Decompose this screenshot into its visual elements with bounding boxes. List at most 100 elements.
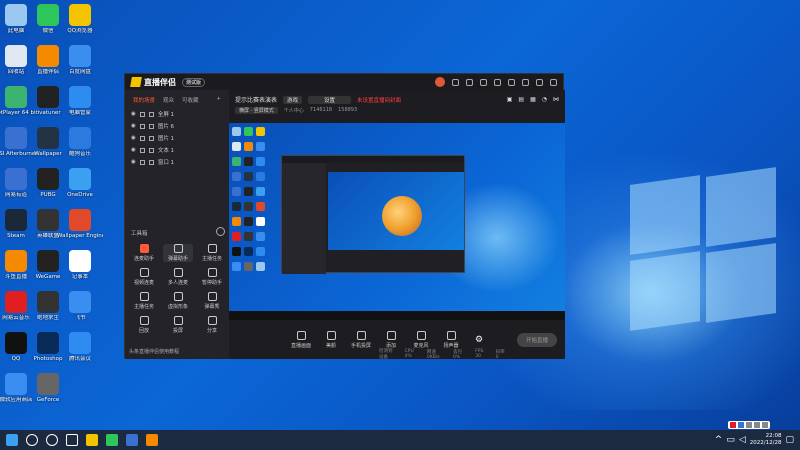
headset-icon[interactable] xyxy=(452,78,459,86)
sogou-ime-icon[interactable] xyxy=(730,422,736,428)
eye-icon[interactable]: ◉ xyxy=(131,159,136,165)
tips-link[interactable]: 头条直播伴侣使用教程 xyxy=(129,348,179,355)
live-companion-taskbar-icon[interactable] xyxy=(146,434,158,446)
lock-icon[interactable] xyxy=(139,135,145,141)
tool-button[interactable]: 连麦助手 xyxy=(129,244,159,262)
preview-desktop-icon xyxy=(256,217,265,226)
collapse-toolbox-icon[interactable] xyxy=(216,227,225,236)
layout-icon[interactable]: ▤ xyxy=(518,96,524,103)
tab-favorites[interactable]: 可收藏 xyxy=(182,96,199,104)
control-button[interactable]: 美颜 xyxy=(317,330,345,349)
bell-icon[interactable]: ◔ xyxy=(542,96,547,103)
control-button[interactable]: 扬声器 xyxy=(437,330,465,349)
tool-button[interactable]: 视频连麦 xyxy=(129,268,159,286)
notification-icon[interactable]: ▢ xyxy=(785,435,794,445)
gift-icon[interactable] xyxy=(466,78,473,86)
tool-button[interactable]: 回放 xyxy=(129,316,159,334)
message-icon[interactable] xyxy=(480,78,487,86)
control-button[interactable]: 手机投屏 xyxy=(347,330,375,349)
ime-settings-icon[interactable] xyxy=(762,422,768,428)
cover-warning[interactable]: 未设置直播间封面 xyxy=(357,96,401,104)
left-panel: 我的场景 观众 可收藏 + ◉ 全屏 1 ◉ 图片 6 ◉ 图片 1 ◉ 文本 1 ◉ 窗口 1 … xyxy=(125,90,229,359)
tool-button[interactable]: 弹幕秀 xyxy=(197,292,227,310)
avatar[interactable] xyxy=(435,77,445,87)
layer-item[interactable]: ◉ 窗口 1 xyxy=(125,156,229,168)
layer-item[interactable]: ◉ 文本 1 xyxy=(125,144,229,156)
desktop-icon[interactable]: 飞书 xyxy=(57,291,103,322)
browser-taskbar-icon[interactable] xyxy=(126,434,138,446)
layer-item[interactable]: ◉ 全屏 1 xyxy=(125,108,229,120)
eye-icon[interactable]: ◉ xyxy=(131,123,136,129)
clock[interactable]: 22:08 2022/12/28 xyxy=(750,433,782,447)
lock-icon[interactable] xyxy=(139,147,145,153)
desktop-icon[interactable]: GeForce xyxy=(25,373,71,404)
start-live-button[interactable]: 开始直播 xyxy=(516,332,557,347)
desktop-icon-label: 记事本 xyxy=(71,274,89,280)
desktop-icon[interactable]: OneDrive xyxy=(57,168,103,199)
settings-select[interactable]: 设置 xyxy=(308,95,352,104)
tool-button[interactable]: 多人连麦 xyxy=(163,268,193,286)
cortana-icon[interactable] xyxy=(46,434,58,446)
network-icon[interactable]: ▭ xyxy=(726,435,735,445)
desktop-icon[interactable]: 记事本 xyxy=(57,250,103,281)
task-view-icon[interactable] xyxy=(66,434,78,446)
menu-icon[interactable] xyxy=(508,78,515,86)
grid-icon[interactable]: ▦ xyxy=(530,96,536,103)
settings-icon[interactable] xyxy=(494,78,501,86)
chevron-up-icon[interactable]: ^ xyxy=(715,435,723,445)
desktop-icon[interactable]: Wallpaper Engine xyxy=(57,209,103,240)
ime-toolbar[interactable] xyxy=(728,421,770,429)
tool-button[interactable]: 暂停助手 xyxy=(197,268,227,286)
ime-mode-icon[interactable] xyxy=(738,422,744,428)
tool-button[interactable]: 主播任务 xyxy=(197,244,227,262)
start-icon[interactable] xyxy=(6,434,18,446)
profile-link[interactable]: 个人中心 xyxy=(284,107,304,114)
control-button[interactable]: 添加 xyxy=(377,330,405,349)
volume-icon[interactable]: ◁ xyxy=(739,435,746,445)
layer-item[interactable]: ◉ 图片 1 xyxy=(125,132,229,144)
live-companion-window[interactable]: 直播伴侣 测试版 我的场景 观众 可收藏 + ◉ 全屏 1 ◉ 图片 6 ◉ 图片 1 ◉ 文… xyxy=(124,73,565,360)
desktop-icon[interactable]: 百度网盘 xyxy=(57,45,103,76)
search-icon[interactable] xyxy=(26,434,38,446)
ime-punct-icon[interactable] xyxy=(746,422,752,428)
tab-viewers[interactable]: 观众 xyxy=(163,96,174,104)
layer-label: 窗口 1 xyxy=(157,160,175,166)
settings-icon[interactable]: ⚙ xyxy=(475,335,483,345)
eye-icon[interactable]: ◉ xyxy=(131,135,136,141)
minimize-icon[interactable] xyxy=(522,78,529,86)
add-scene-icon[interactable]: + xyxy=(216,96,221,104)
share-icon[interactable]: ⋈ xyxy=(553,96,559,103)
lock-icon[interactable] xyxy=(139,123,145,129)
tab-scenes[interactable]: 我的场景 xyxy=(133,96,155,104)
control-button[interactable]: 麦克风 xyxy=(407,330,435,349)
lock-icon[interactable] xyxy=(139,159,145,165)
control-button[interactable]: 直播画面 xyxy=(287,330,315,349)
stream-preview[interactable] xyxy=(229,123,565,320)
file-explorer-icon[interactable] xyxy=(86,434,98,446)
control-icon xyxy=(416,330,426,340)
wechat-taskbar-icon[interactable] xyxy=(106,434,118,446)
close-icon[interactable] xyxy=(550,78,557,86)
desktop-icon[interactable]: QQ浏览器 xyxy=(57,4,103,35)
desktop-icon[interactable]: 电脑管家 xyxy=(57,86,103,117)
category-tag[interactable]: 游戏 xyxy=(283,95,303,104)
tool-button[interactable]: 弹幕助手 xyxy=(163,244,193,262)
app-icon xyxy=(69,4,91,26)
eye-icon[interactable]: ◉ xyxy=(131,147,136,153)
record-icon[interactable]: ▣ xyxy=(507,96,513,103)
tool-button[interactable]: 投屏 xyxy=(163,316,193,334)
app-icon xyxy=(69,45,91,67)
layer-item[interactable]: ◉ 图片 6 xyxy=(125,120,229,132)
tool-button[interactable]: 分享 xyxy=(197,316,227,334)
tool-button[interactable]: 主播任务 xyxy=(129,292,159,310)
maximize-icon[interactable] xyxy=(536,78,543,86)
stream-title[interactable]: 提示比赛表演表 xyxy=(235,95,277,104)
eye-icon[interactable]: ◉ xyxy=(131,111,136,117)
ime-keyboard-icon[interactable] xyxy=(754,422,760,428)
title-bar[interactable]: 直播伴侣 测试版 xyxy=(125,74,563,90)
orientation-toggle[interactable]: 横屏 · 竖屏模式 xyxy=(235,107,278,114)
desktop-icon[interactable]: 酷狗音乐 xyxy=(57,127,103,158)
tool-button[interactable]: 虚拟形象 xyxy=(163,292,193,310)
desktop-icon[interactable]: 腾讯会议 xyxy=(57,332,103,363)
lock-icon[interactable] xyxy=(139,111,145,117)
